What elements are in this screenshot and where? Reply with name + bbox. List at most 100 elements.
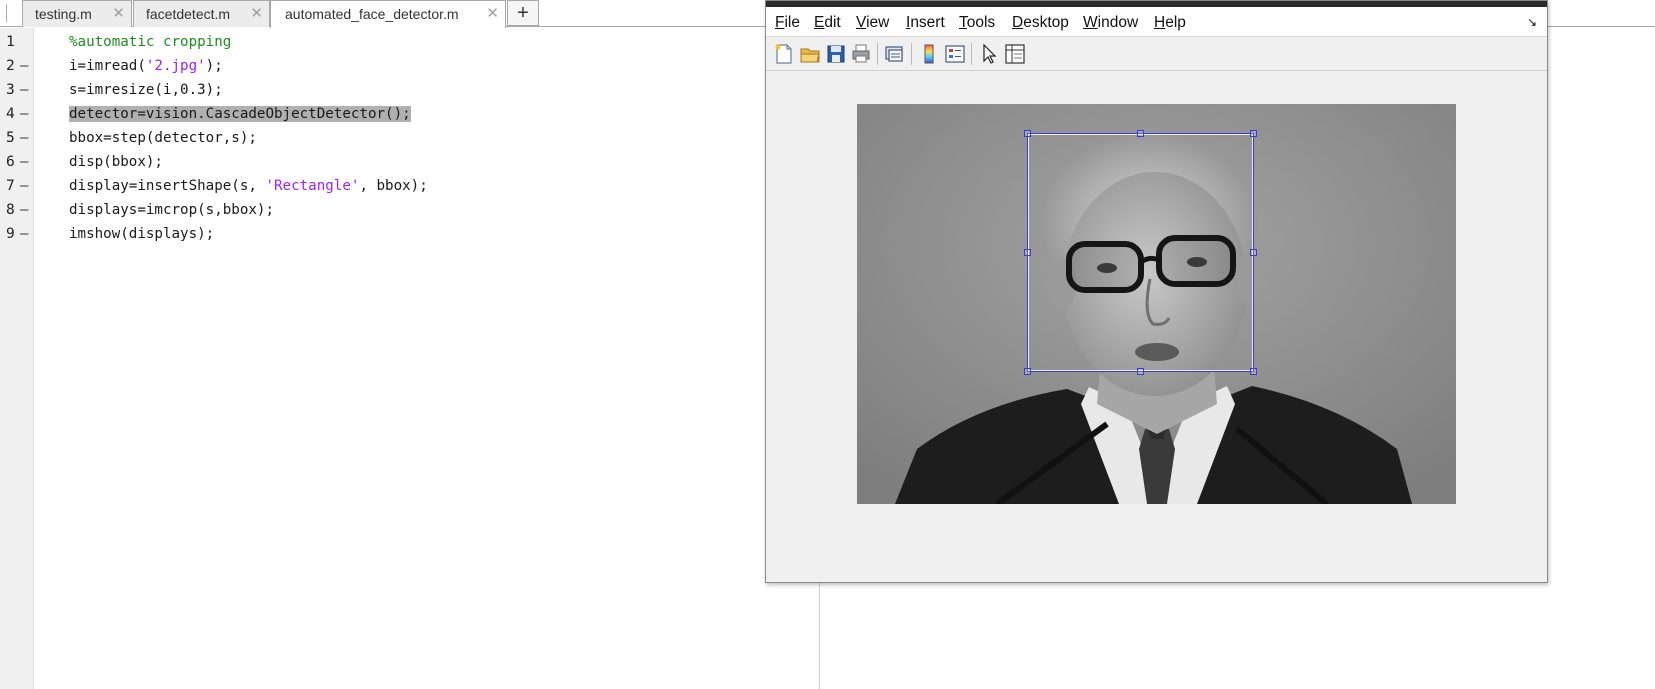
code-text: detector=vision.CascadeObjectDetector(); <box>69 102 411 126</box>
code-string: 'Rectangle' <box>265 178 360 194</box>
property-editor-icon[interactable] <box>1003 42 1027 66</box>
code-text: displays=imcrop(s,bbox); <box>69 198 274 222</box>
legend-icon[interactable] <box>943 42 967 66</box>
breakpoint-marker[interactable]: – <box>20 222 28 246</box>
displayed-image[interactable] <box>857 104 1456 504</box>
breakpoint-marker[interactable]: – <box>20 102 28 126</box>
code-line[interactable]: 8– displays=imcrop(s,bbox); <box>0 198 820 222</box>
breakpoint-marker[interactable]: – <box>20 198 28 222</box>
code-text: bbox=step(detector,s); <box>69 126 257 150</box>
resize-handle-left[interactable] <box>1024 249 1031 256</box>
dock-figure-icon[interactable]: ↘ <box>1527 15 1537 29</box>
menu-label-rest: ools <box>966 14 996 31</box>
resize-handle-right[interactable] <box>1250 249 1257 256</box>
code-line[interactable]: 5– bbox=step(detector,s); <box>0 126 820 150</box>
code-token: imshow(displays); <box>69 226 215 242</box>
code-line[interactable]: 6– disp(bbox); <box>0 150 820 174</box>
code-line[interactable]: 1 %automatic cropping <box>0 30 820 54</box>
breakpoint-marker[interactable]: – <box>20 150 28 174</box>
breakpoint-marker[interactable]: – <box>20 174 28 198</box>
line-number: 5 <box>6 130 15 146</box>
menu-file[interactable]: File <box>775 14 800 32</box>
toolbar-separator <box>971 43 972 65</box>
resize-handle-bottom[interactable] <box>1137 368 1144 375</box>
figure-toolbar <box>766 38 1547 71</box>
print-icon[interactable] <box>849 42 873 66</box>
code-selection: detector=vision.CascadeObjectDetector(); <box>69 106 411 122</box>
colorbar-icon[interactable] <box>917 42 941 66</box>
resize-handle-top-right[interactable] <box>1250 130 1257 137</box>
resize-handle-bottom-right[interactable] <box>1250 368 1257 375</box>
menu-label-rest: esktop <box>1023 14 1069 31</box>
code-token: , bbox); <box>359 178 428 194</box>
menu-label-rest: iew <box>866 14 890 31</box>
code-line[interactable]: 7– display=insertShape(s, 'Rectangle', bb… <box>0 174 820 198</box>
menu-view[interactable]: View <box>856 14 889 32</box>
menu-desktop[interactable]: Desktop <box>1012 14 1069 32</box>
close-tab-icon[interactable]: ✕ <box>250 1 263 27</box>
resize-handle-top[interactable] <box>1137 130 1144 137</box>
code-text: i=imread('2.jpg'); <box>69 54 223 78</box>
open-file-icon[interactable] <box>798 42 822 66</box>
face-bounding-box[interactable] <box>1024 130 1257 375</box>
breakpoint-marker[interactable]: – <box>20 126 28 150</box>
code-line[interactable]: 2– i=imread('2.jpg'); <box>0 54 820 78</box>
tab-label: facetdetect.m <box>146 6 231 22</box>
line-number: 9 <box>6 226 15 242</box>
code-token: ); <box>205 58 223 74</box>
resize-handle-bottom-left[interactable] <box>1024 368 1031 375</box>
close-tab-icon[interactable]: ✕ <box>112 1 125 27</box>
figure-canvas <box>766 72 1547 582</box>
tab-label: automated_face_detector.m <box>285 6 459 22</box>
line-number: 4 <box>6 106 15 122</box>
code-comment: %automatic cropping <box>69 34 232 50</box>
menu-label-rest: dit <box>824 14 841 31</box>
resize-handle-top-left[interactable] <box>1024 130 1031 137</box>
code-editor[interactable]: 1 %automatic cropping 2– i=imread('2.jpg');… <box>0 28 820 689</box>
menu-tools[interactable]: Tools <box>959 14 995 32</box>
tab-testing[interactable]: testing.m ✕ <box>22 0 132 27</box>
print-preview-icon[interactable] <box>883 42 907 66</box>
menu-mnemonic: D <box>1012 14 1024 31</box>
breakpoint-marker[interactable]: – <box>20 54 28 78</box>
code-text: s=imresize(i,0.3); <box>69 78 223 102</box>
tab-automated-face-detector[interactable]: automated_face_detector.m ✕ <box>270 0 506 28</box>
line-number: 1 <box>6 34 15 50</box>
menu-insert[interactable]: Insert <box>906 14 945 32</box>
save-icon[interactable] <box>824 42 848 66</box>
menu-help[interactable]: Help <box>1154 14 1186 32</box>
menu-label-rest: elp <box>1165 14 1186 31</box>
new-figure-icon[interactable] <box>772 42 796 66</box>
menu-mnemonic: W <box>1083 14 1098 31</box>
code-text: display=insertShape(s, 'Rectangle', bbox… <box>69 174 428 198</box>
menu-label-rest: indow <box>1097 14 1139 31</box>
menu-mnemonic: E <box>814 14 825 31</box>
breakpoint-marker[interactable]: – <box>20 78 28 102</box>
code-string: '2.jpg' <box>145 58 206 74</box>
code-text: %automatic cropping <box>69 30 231 54</box>
line-number: 8 <box>6 202 15 218</box>
tab-facetdetect[interactable]: facetdetect.m ✕ <box>133 0 270 27</box>
pointer-icon[interactable] <box>977 42 1001 66</box>
code-token: i=imread( <box>69 58 146 74</box>
code-line[interactable]: 4– detector=vision.CascadeObjectDetector(… <box>0 102 820 126</box>
code-token: disp(bbox); <box>69 154 163 170</box>
matlab-desktop: testing.m ✕ facetdetect.m ✕ automated_fa… <box>0 0 1655 689</box>
figure-menu-bar: File Edit View Insert Tools Desktop Wind… <box>766 7 1547 37</box>
code-line[interactable]: 3– s=imresize(i,0.3); <box>0 78 820 102</box>
tab-label: testing.m <box>35 6 92 22</box>
menu-label-rest: nsert <box>910 14 945 31</box>
code-token: displays=imcrop(s,bbox); <box>69 202 274 218</box>
menu-edit[interactable]: Edit <box>814 14 841 32</box>
tab-bar-grip[interactable] <box>6 4 8 22</box>
toolbar-separator <box>911 43 912 65</box>
line-number: 7 <box>6 178 15 194</box>
code-text: disp(bbox); <box>69 150 163 174</box>
close-tab-icon[interactable]: ✕ <box>486 1 499 27</box>
code-line[interactable]: 9– imshow(displays); <box>0 222 820 246</box>
menu-mnemonic: T <box>959 14 967 31</box>
new-tab-button[interactable]: + <box>507 0 539 26</box>
menu-mnemonic: V <box>856 14 867 31</box>
menu-window[interactable]: Window <box>1083 14 1138 32</box>
figure-window: File Edit View Insert Tools Desktop Wind… <box>765 0 1548 583</box>
